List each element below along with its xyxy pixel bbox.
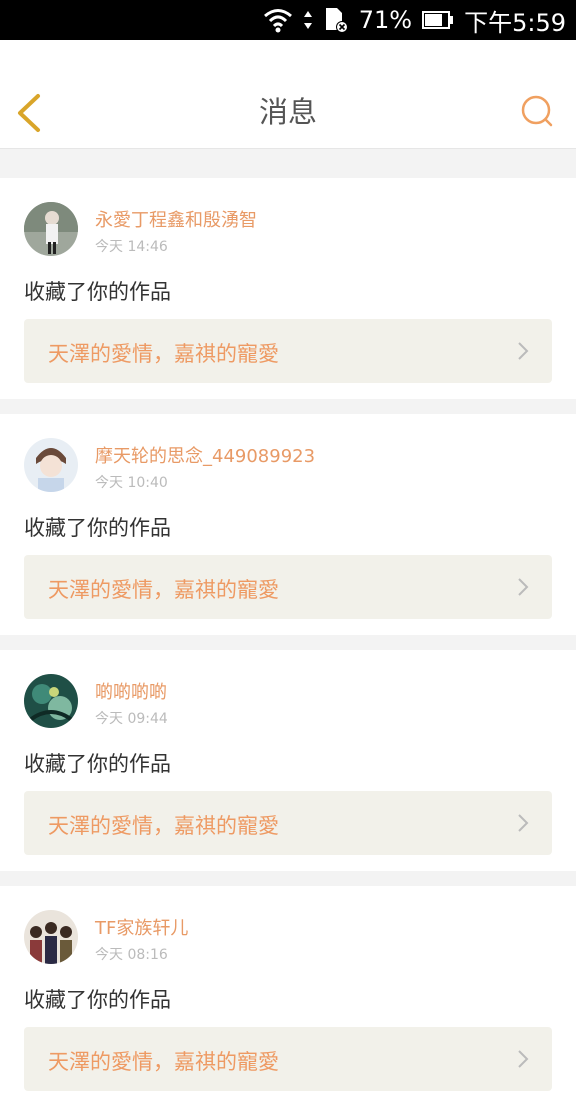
page-title: 消息	[258, 95, 317, 129]
username[interactable]: 啲啲啲啲	[95, 678, 167, 704]
username[interactable]: TF家族轩儿	[95, 914, 188, 940]
timestamp: 今天 10:40	[95, 475, 168, 491]
work-title: 天澤的愛情，嘉祺的寵愛	[48, 814, 279, 838]
username[interactable]: 永愛丁程鑫和殷湧智	[95, 206, 257, 232]
search-icon	[521, 95, 553, 127]
action-text: 收藏了你的作品	[24, 752, 171, 776]
action-text: 收藏了你的作品	[24, 988, 171, 1012]
wifi-icon	[263, 7, 293, 33]
battery-icon	[422, 9, 454, 31]
work-title: 天澤的愛情，嘉祺的寵愛	[48, 342, 279, 366]
avatar[interactable]	[24, 202, 78, 256]
timestamp: 今天 14:46	[95, 239, 168, 255]
action-text: 收藏了你的作品	[24, 280, 171, 304]
battery-percent: 71%	[358, 6, 413, 34]
app-header: 消息	[0, 40, 576, 149]
search-button[interactable]	[520, 94, 554, 128]
action-text: 收藏了你的作品	[24, 516, 171, 540]
timestamp: 今天 08:16	[95, 947, 168, 963]
sim-card-icon	[323, 6, 349, 34]
work-link[interactable]: 天澤的愛情，嘉祺的寵愛	[24, 555, 552, 619]
work-title: 天澤的愛情，嘉祺的寵愛	[48, 1050, 279, 1074]
chevron-right-icon	[518, 342, 529, 360]
message-item[interactable]: 摩天轮的思念_449089923 今天 10:40 收藏了你的作品 天澤的愛情，…	[0, 414, 576, 635]
chevron-right-icon	[518, 1050, 529, 1068]
data-arrows-icon	[303, 9, 313, 31]
avatar[interactable]	[24, 674, 78, 728]
avatar[interactable]	[24, 438, 78, 492]
work-link[interactable]: 天澤的愛情，嘉祺的寵愛	[24, 1027, 552, 1091]
clock: 下午5:59	[464, 8, 566, 37]
status-bar: 71% 下午5:59	[0, 0, 576, 40]
work-link[interactable]: 天澤的愛情，嘉祺的寵愛	[24, 791, 552, 855]
chevron-right-icon	[518, 578, 529, 596]
avatar[interactable]	[24, 910, 78, 964]
username[interactable]: 摩天轮的思念_449089923	[95, 442, 315, 468]
work-link[interactable]: 天澤的愛情，嘉祺的寵愛	[24, 319, 552, 383]
timestamp: 今天 09:44	[95, 711, 168, 727]
message-item[interactable]: 永愛丁程鑫和殷湧智 今天 14:46 收藏了你的作品 天澤的愛情，嘉祺的寵愛	[0, 178, 576, 399]
chevron-right-icon	[518, 814, 529, 832]
message-list: 永愛丁程鑫和殷湧智 今天 14:46 收藏了你的作品 天澤的愛情，嘉祺的寵愛 摩…	[0, 163, 576, 1107]
work-title: 天澤的愛情，嘉祺的寵愛	[48, 578, 279, 602]
message-item[interactable]: 啲啲啲啲 今天 09:44 收藏了你的作品 天澤的愛情，嘉祺的寵愛	[0, 650, 576, 871]
message-item[interactable]: TF家族轩儿 今天 08:16 收藏了你的作品 天澤的愛情，嘉祺的寵愛	[0, 886, 576, 1107]
